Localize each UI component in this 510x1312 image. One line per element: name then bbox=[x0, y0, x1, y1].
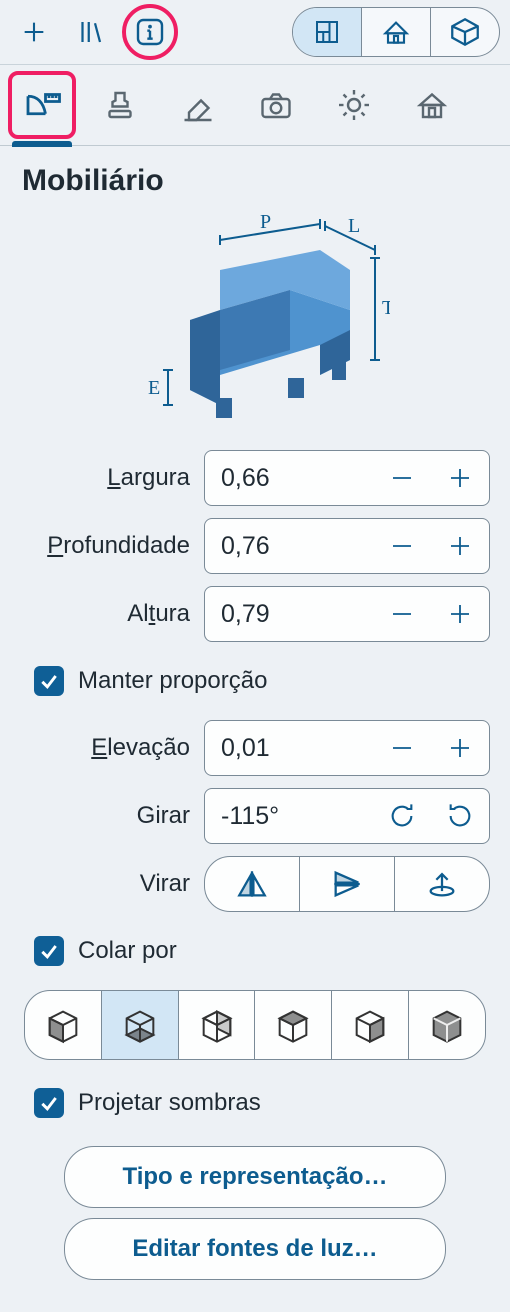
top-toolbar bbox=[0, 0, 510, 65]
height-label: Altura bbox=[0, 600, 190, 628]
tool-toolbar bbox=[0, 65, 510, 146]
height-row: Altura 0,79 bbox=[0, 580, 510, 648]
rotate-cw[interactable] bbox=[373, 789, 431, 843]
width-row: Largura 0,66 bbox=[0, 444, 510, 512]
depth-label: Profundidade bbox=[0, 532, 190, 560]
height-value[interactable]: 0,79 bbox=[205, 600, 373, 629]
measure-tool[interactable] bbox=[14, 77, 70, 133]
add-button[interactable] bbox=[10, 8, 58, 56]
height-field[interactable]: 0,79 bbox=[204, 586, 490, 642]
depth-row: Profundidade 0,76 bbox=[0, 512, 510, 580]
home-tool[interactable] bbox=[404, 77, 460, 133]
paste-by-checkbox[interactable] bbox=[34, 936, 64, 966]
dim-label-l: L bbox=[348, 215, 360, 237]
cast-shadows-label: Projetar sombras bbox=[78, 1089, 261, 1117]
mirror-horizontal[interactable] bbox=[205, 857, 299, 911]
elevation-value[interactable]: 0,01 bbox=[205, 734, 373, 763]
mirror-label: Virar bbox=[0, 870, 190, 898]
section-title: Mobiliário bbox=[0, 146, 510, 204]
light-tool[interactable] bbox=[326, 77, 382, 133]
keep-ratio-row[interactable]: Manter proporção bbox=[0, 648, 510, 714]
info-button-highlighted[interactable] bbox=[122, 4, 178, 60]
face-back[interactable] bbox=[178, 991, 255, 1059]
width-decrease[interactable] bbox=[373, 451, 431, 505]
height-increase[interactable] bbox=[431, 587, 489, 641]
view-3d-button[interactable] bbox=[430, 8, 499, 56]
width-value[interactable]: 0,66 bbox=[205, 464, 373, 493]
elevation-field[interactable]: 0,01 bbox=[204, 720, 490, 776]
face-top[interactable] bbox=[254, 991, 331, 1059]
depth-field[interactable]: 0,76 bbox=[204, 518, 490, 574]
rotate-ccw[interactable] bbox=[431, 789, 489, 843]
paste-by-label: Colar por bbox=[78, 937, 177, 965]
rotate-value[interactable]: -115° bbox=[205, 802, 373, 831]
depth-value[interactable]: 0,76 bbox=[205, 532, 373, 561]
view-elevation-button[interactable] bbox=[361, 8, 430, 56]
width-increase[interactable] bbox=[431, 451, 489, 505]
elevation-row: Elevação 0,01 bbox=[0, 714, 510, 782]
eraser-tool[interactable] bbox=[170, 77, 226, 133]
info-icon bbox=[134, 16, 166, 48]
mirror-vertical[interactable] bbox=[299, 857, 394, 911]
view-plan-button[interactable] bbox=[293, 8, 361, 56]
library-button[interactable] bbox=[66, 8, 114, 56]
depth-increase[interactable] bbox=[431, 519, 489, 573]
mirror-row: Virar bbox=[0, 850, 510, 918]
dim-label-p: P bbox=[260, 211, 271, 233]
type-representation-button[interactable]: Tipo e representação… bbox=[64, 1146, 446, 1208]
view-mode-group bbox=[292, 7, 500, 57]
stamp-tool[interactable] bbox=[92, 77, 148, 133]
edit-lights-button[interactable]: Editar fontes de luz… bbox=[64, 1218, 446, 1280]
paste-by-row[interactable]: Colar por bbox=[0, 918, 510, 984]
mirror-group bbox=[204, 856, 490, 912]
dim-label-t: T bbox=[382, 297, 390, 319]
dim-label-e: E bbox=[148, 377, 160, 399]
rotate-row: Girar -115° bbox=[0, 782, 510, 850]
elevation-decrease[interactable] bbox=[373, 721, 431, 775]
cast-shadows-checkbox[interactable] bbox=[34, 1088, 64, 1118]
keep-ratio-label: Manter proporção bbox=[78, 667, 267, 695]
mirror-reset[interactable] bbox=[394, 857, 489, 911]
cast-shadows-row[interactable]: Projetar sombras bbox=[0, 1070, 510, 1136]
paste-face-group bbox=[24, 990, 486, 1060]
elevation-increase[interactable] bbox=[431, 721, 489, 775]
width-field[interactable]: 0,66 bbox=[204, 450, 490, 506]
depth-decrease[interactable] bbox=[373, 519, 431, 573]
camera-tool[interactable] bbox=[248, 77, 304, 133]
face-left[interactable] bbox=[25, 991, 101, 1059]
height-decrease[interactable] bbox=[373, 587, 431, 641]
face-bottom[interactable] bbox=[101, 991, 178, 1059]
rotate-label: Girar bbox=[0, 802, 190, 830]
furniture-diagram: P L T E bbox=[0, 204, 510, 444]
keep-ratio-checkbox[interactable] bbox=[34, 666, 64, 696]
width-label: Largura bbox=[0, 464, 190, 492]
face-all[interactable] bbox=[408, 991, 485, 1059]
rotate-field[interactable]: -115° bbox=[204, 788, 490, 844]
elevation-label: Elevação bbox=[0, 734, 190, 762]
face-right[interactable] bbox=[331, 991, 408, 1059]
